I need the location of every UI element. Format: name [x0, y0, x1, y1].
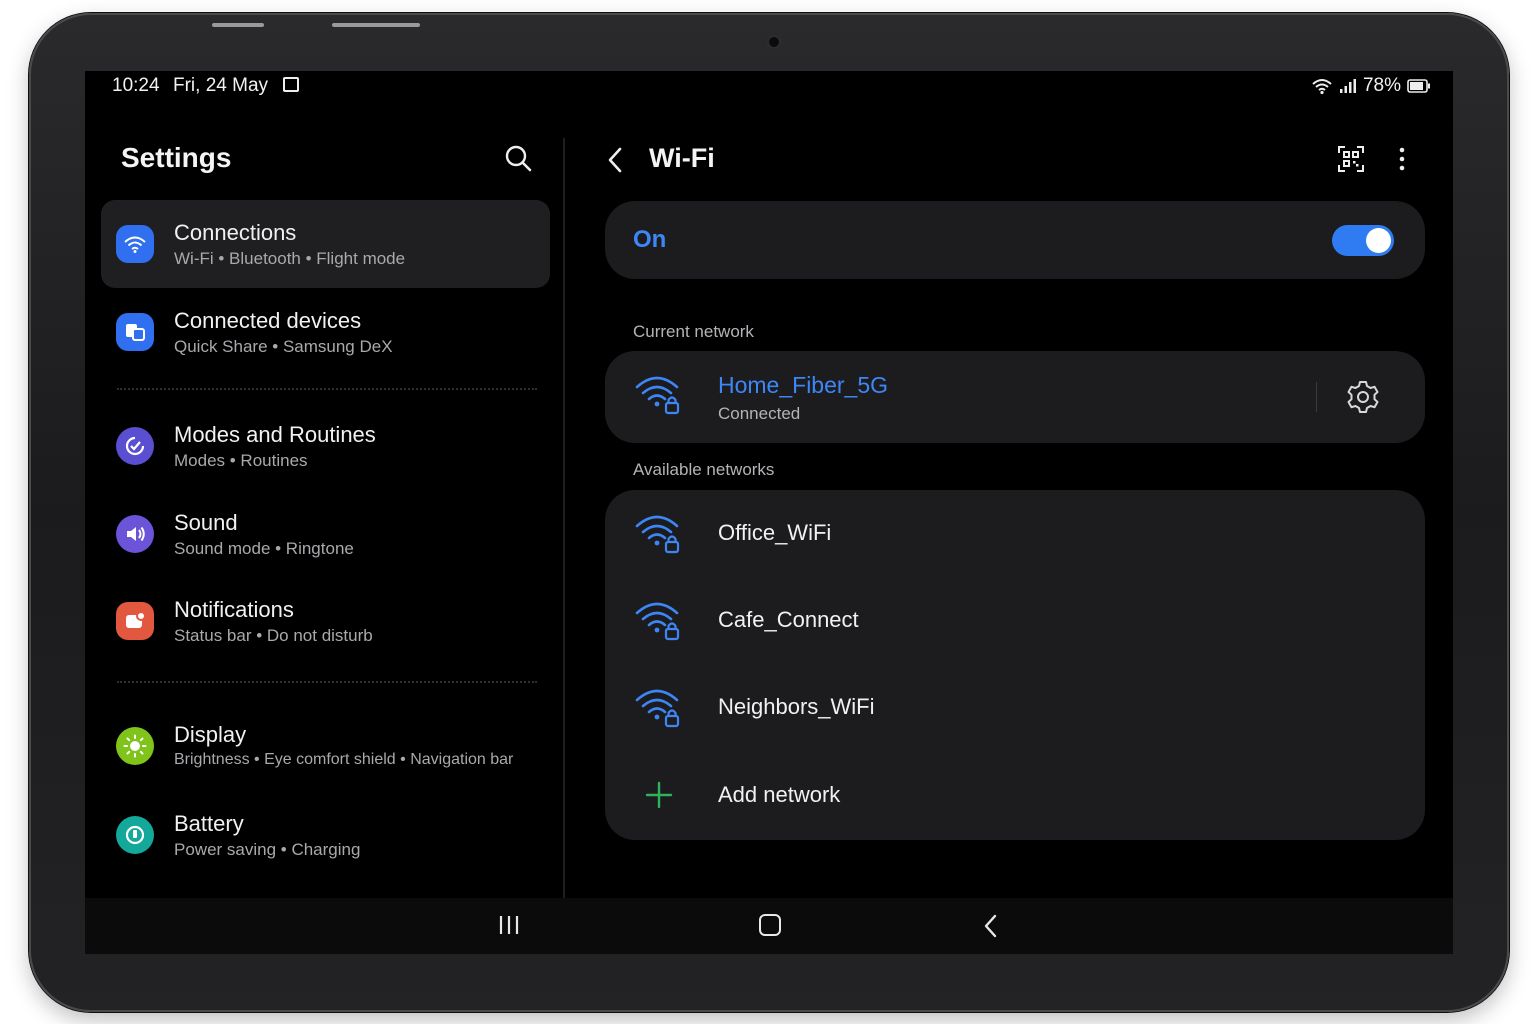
- wifi-lock-icon: [635, 376, 680, 415]
- sidebar-item-modes-and-routines[interactable]: Modes and Routines Modes • Routines: [101, 402, 550, 490]
- wifi-switch[interactable]: [1332, 225, 1394, 256]
- network-row-office-wifi[interactable]: Office_WiFi: [605, 490, 1425, 577]
- volume-button: [212, 23, 264, 27]
- sun-icon: [116, 727, 154, 765]
- network-name: Neighbors_WiFi: [718, 694, 875, 719]
- sidebar-item-connected-devices[interactable]: Connected devices Quick Share • Samsung …: [101, 288, 550, 376]
- wifi-toggle-label: On: [633, 226, 667, 253]
- page-title: Settings: [121, 142, 232, 173]
- network-name: Cafe_Connect: [718, 607, 859, 632]
- plus-icon: [645, 781, 673, 809]
- power-button: [332, 23, 420, 27]
- sidebar-item-sub: Power saving • Charging: [174, 840, 361, 859]
- gallery-icon: [283, 77, 299, 92]
- wifi-lock-icon: [635, 515, 680, 554]
- sidebar-item-sub: Quick Share • Samsung DeX: [174, 337, 393, 356]
- notification-icon: [116, 602, 154, 640]
- add-network-label: Add network: [718, 782, 841, 807]
- sidebar-item-label: Connected devices: [174, 308, 362, 333]
- wifi-lock-icon: [635, 689, 680, 728]
- sidebar-item-label: Display: [174, 722, 247, 747]
- cell-signal-icon: [1339, 79, 1356, 93]
- sidebar-item-sub: Wi-Fi • Bluetooth • Flight mode: [174, 249, 406, 268]
- wifi-pane: Wi-Fi On Current network Home_Fiber_5G C…: [565, 101, 1453, 898]
- battery-icon: [1407, 79, 1430, 93]
- current-network-status: Connected: [718, 404, 801, 423]
- wifi-title: Wi-Fi: [649, 143, 715, 173]
- more-options-icon[interactable]: [1392, 145, 1412, 173]
- sidebar-item-sub: Status bar • Do not disturb: [174, 626, 373, 645]
- current-network-name: Home_Fiber_5G: [718, 372, 889, 398]
- current-network-card[interactable]: Home_Fiber_5G Connected: [605, 351, 1425, 443]
- status-right: 78%: [1311, 75, 1431, 97]
- sidebar-item-display[interactable]: Display Brightness • Eye comfort shield …: [101, 702, 550, 790]
- navigation-bar: [85, 898, 1453, 954]
- screen: 10:24 Fri, 24 May 78% Settings Connectio…: [85, 71, 1453, 954]
- add-network-button[interactable]: Add network: [605, 752, 1425, 839]
- search-icon[interactable]: [503, 143, 535, 175]
- available-networks-card: Office_WiFi Cafe_Connect Neighbors_WiFi …: [605, 490, 1425, 840]
- sidebar-item-sub: Sound mode • Ringtone: [174, 539, 354, 558]
- sidebar-item-connections[interactable]: Connections Wi-Fi • Bluetooth • Flight m…: [101, 200, 550, 288]
- gear-icon[interactable]: [1345, 379, 1381, 415]
- network-row-neighbors-wifi[interactable]: Neighbors_WiFi: [605, 664, 1425, 751]
- current-network-label: Current network: [633, 322, 754, 341]
- back-icon[interactable]: [603, 145, 627, 175]
- status-date: Fri, 24 May: [173, 75, 269, 96]
- network-name: Office_WiFi: [718, 520, 832, 545]
- network-row-cafe-connect[interactable]: Cafe_Connect: [605, 577, 1425, 664]
- section-divider: [117, 388, 537, 390]
- status-bar: 10:24 Fri, 24 May 78%: [85, 71, 1453, 101]
- switch-knob: [1366, 228, 1391, 253]
- front-camera: [767, 35, 781, 49]
- row-divider: [1316, 382, 1317, 412]
- speaker-icon: [116, 515, 154, 553]
- routines-icon: [116, 427, 154, 465]
- section-divider: [117, 681, 537, 683]
- sidebar-item-sound[interactable]: Sound Sound mode • Ringtone: [101, 490, 550, 578]
- sidebar-item-label: Modes and Routines: [174, 422, 376, 447]
- wifi-toggle-row[interactable]: On: [605, 201, 1425, 279]
- wifi-signal-icon: [1312, 79, 1332, 95]
- wifi-icon: [116, 225, 154, 263]
- battery-circle-icon: [116, 816, 154, 854]
- sidebar-item-sub: Brightness • Eye comfort shield • Naviga…: [174, 751, 514, 768]
- sidebar-item-label: Battery: [174, 811, 244, 836]
- sidebar-item-label: Notifications: [174, 597, 294, 622]
- settings-pane: Settings Connections Wi-Fi • Bluetooth •…: [85, 101, 563, 898]
- sidebar-item-label: Connections: [174, 220, 297, 245]
- battery-percent: 78%: [1362, 75, 1401, 96]
- available-networks-label: Available networks: [633, 460, 775, 479]
- qr-scan-icon[interactable]: [1338, 146, 1364, 172]
- status-time: 10:24: [112, 75, 160, 96]
- sidebar-item-label: Sound: [174, 510, 238, 535]
- sidebar-item-battery[interactable]: Battery Power saving • Charging: [101, 791, 550, 879]
- devices-icon: [116, 313, 154, 351]
- nav-back-icon[interactable]: [983, 913, 999, 939]
- wifi-lock-icon: [635, 602, 680, 641]
- current-network-row[interactable]: Home_Fiber_5G Connected: [605, 351, 1425, 443]
- sidebar-item-sub: Modes • Routines: [174, 451, 308, 470]
- home-icon[interactable]: [759, 914, 781, 936]
- recents-icon[interactable]: [497, 915, 521, 935]
- sidebar-item-notifications[interactable]: Notifications Status bar • Do not distur…: [101, 577, 550, 665]
